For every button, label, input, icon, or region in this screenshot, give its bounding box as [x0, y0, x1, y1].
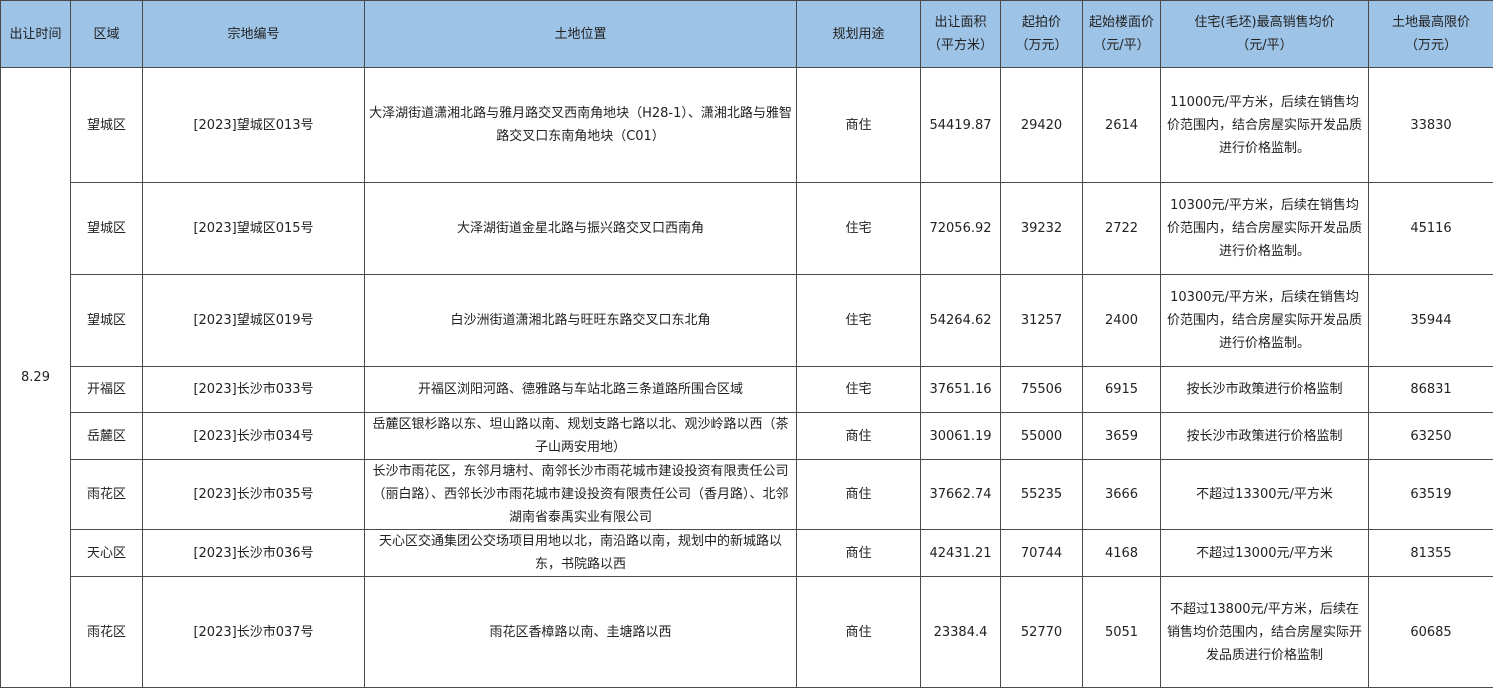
table-row: 望城区[2023]望城区015号大泽湖街道金星北路与振兴路交叉口西南角住宅720…	[1, 183, 1493, 275]
header-code: 宗地编号	[143, 1, 365, 68]
header-area: 出让面积 （平方米）	[921, 1, 1001, 68]
table-row: 望城区[2023]望城区019号白沙洲街道潇湘北路与旺旺东路交叉口东北角住宅54…	[1, 275, 1493, 367]
cell-start-price: 31257	[1001, 275, 1083, 367]
cell-region: 雨花区	[71, 577, 143, 688]
table-body: 8.29望城区[2023]望城区013号大泽湖街道潇湘北路与雅月路交叉西南角地块…	[1, 68, 1493, 688]
cell-floor-price: 2722	[1083, 183, 1161, 275]
cell-area: 42431.21	[921, 530, 1001, 577]
cell-use: 商住	[797, 460, 921, 530]
cell-region: 望城区	[71, 183, 143, 275]
cell-area: 54264.62	[921, 275, 1001, 367]
cell-location: 大泽湖街道潇湘北路与雅月路交叉西南角地块（H28-1）、潇湘北路与雅智路交叉口东…	[365, 68, 797, 183]
table-row: 8.29望城区[2023]望城区013号大泽湖街道潇湘北路与雅月路交叉西南角地块…	[1, 68, 1493, 183]
cell-max-sale: 按长沙市政策进行价格监制	[1161, 413, 1369, 460]
cell-max-land: 60685	[1369, 577, 1493, 688]
cell-floor-price: 5051	[1083, 577, 1161, 688]
cell-code: [2023]长沙市033号	[143, 367, 365, 413]
cell-max-sale: 按长沙市政策进行价格监制	[1161, 367, 1369, 413]
cell-floor-price: 2614	[1083, 68, 1161, 183]
land-auction-table: 出让时间 区域 宗地编号 土地位置 规划用途 出让面积 （平方米） 起拍价 （万…	[0, 0, 1493, 688]
cell-max-sale: 10300元/平方米，后续在销售均价范围内，结合房屋实际开发品质进行价格监制。	[1161, 183, 1369, 275]
cell-use: 商住	[797, 530, 921, 577]
cell-region: 望城区	[71, 275, 143, 367]
cell-location: 大泽湖街道金星北路与振兴路交叉口西南角	[365, 183, 797, 275]
cell-code: [2023]长沙市035号	[143, 460, 365, 530]
cell-area: 72056.92	[921, 183, 1001, 275]
cell-max-land: 63519	[1369, 460, 1493, 530]
cell-location: 雨花区香樟路以南、圭塘路以西	[365, 577, 797, 688]
cell-max-land: 45116	[1369, 183, 1493, 275]
cell-date: 8.29	[1, 68, 71, 688]
cell-code: [2023]望城区015号	[143, 183, 365, 275]
cell-code: [2023]望城区019号	[143, 275, 365, 367]
cell-max-sale: 不超过13800元/平方米，后续在销售均价范围内，结合房屋实际开发品质进行价格监…	[1161, 577, 1369, 688]
cell-region: 开福区	[71, 367, 143, 413]
cell-code: [2023]长沙市036号	[143, 530, 365, 577]
cell-area: 30061.19	[921, 413, 1001, 460]
cell-start-price: 75506	[1001, 367, 1083, 413]
header-max-land: 土地最高限价 （万元）	[1369, 1, 1493, 68]
table-row: 雨花区[2023]长沙市037号雨花区香樟路以南、圭塘路以西商住23384.45…	[1, 577, 1493, 688]
cell-start-price: 29420	[1001, 68, 1083, 183]
cell-max-land: 33830	[1369, 68, 1493, 183]
cell-location: 天心区交通集团公交场项目用地以北，南沿路以南，规划中的新城路以东，书院路以西	[365, 530, 797, 577]
cell-use: 商住	[797, 68, 921, 183]
header-row: 出让时间 区域 宗地编号 土地位置 规划用途 出让面积 （平方米） 起拍价 （万…	[1, 1, 1493, 68]
header-max-sale: 住宅(毛坯)最高销售均价 （元/平）	[1161, 1, 1369, 68]
cell-max-sale: 不超过13300元/平方米	[1161, 460, 1369, 530]
table-row: 天心区[2023]长沙市036号天心区交通集团公交场项目用地以北，南沿路以南，规…	[1, 530, 1493, 577]
cell-start-price: 52770	[1001, 577, 1083, 688]
cell-region: 望城区	[71, 68, 143, 183]
cell-code: [2023]望城区013号	[143, 68, 365, 183]
cell-use: 商住	[797, 413, 921, 460]
cell-use: 商住	[797, 577, 921, 688]
cell-region: 天心区	[71, 530, 143, 577]
header-location: 土地位置	[365, 1, 797, 68]
cell-use: 住宅	[797, 183, 921, 275]
table-row: 雨花区[2023]长沙市035号长沙市雨花区，东邻月塘村、南邻长沙市雨花城市建设…	[1, 460, 1493, 530]
table-row: 岳麓区[2023]长沙市034号岳麓区银杉路以东、坦山路以南、规划支路七路以北、…	[1, 413, 1493, 460]
cell-floor-price: 3659	[1083, 413, 1161, 460]
cell-max-land: 86831	[1369, 367, 1493, 413]
cell-start-price: 39232	[1001, 183, 1083, 275]
cell-use: 住宅	[797, 367, 921, 413]
cell-max-land: 63250	[1369, 413, 1493, 460]
cell-max-sale: 11000元/平方米，后续在销售均价范围内，结合房屋实际开发品质进行价格监制。	[1161, 68, 1369, 183]
cell-max-sale: 10300元/平方米，后续在销售均价范围内，结合房屋实际开发品质进行价格监制。	[1161, 275, 1369, 367]
cell-floor-price: 2400	[1083, 275, 1161, 367]
cell-region: 岳麓区	[71, 413, 143, 460]
header-start-price: 起拍价 （万元）	[1001, 1, 1083, 68]
cell-max-land: 35944	[1369, 275, 1493, 367]
header-use: 规划用途	[797, 1, 921, 68]
table-row: 开福区[2023]长沙市033号开福区浏阳河路、德雅路与车站北路三条道路所围合区…	[1, 367, 1493, 413]
header-date: 出让时间	[1, 1, 71, 68]
cell-start-price: 55000	[1001, 413, 1083, 460]
header-floor-price: 起始楼面价 （元/平）	[1083, 1, 1161, 68]
cell-location: 长沙市雨花区，东邻月塘村、南邻长沙市雨花城市建设投资有限责任公司（丽白路）、西邻…	[365, 460, 797, 530]
cell-location: 白沙洲街道潇湘北路与旺旺东路交叉口东北角	[365, 275, 797, 367]
cell-area: 37651.16	[921, 367, 1001, 413]
cell-location: 开福区浏阳河路、德雅路与车站北路三条道路所围合区域	[365, 367, 797, 413]
cell-area: 37662.74	[921, 460, 1001, 530]
cell-area: 23384.4	[921, 577, 1001, 688]
cell-max-sale: 不超过13000元/平方米	[1161, 530, 1369, 577]
cell-floor-price: 3666	[1083, 460, 1161, 530]
cell-use: 住宅	[797, 275, 921, 367]
cell-region: 雨花区	[71, 460, 143, 530]
cell-location: 岳麓区银杉路以东、坦山路以南、规划支路七路以北、观沙岭路以西（茶子山两安用地）	[365, 413, 797, 460]
cell-floor-price: 4168	[1083, 530, 1161, 577]
header-region: 区域	[71, 1, 143, 68]
cell-start-price: 70744	[1001, 530, 1083, 577]
cell-area: 54419.87	[921, 68, 1001, 183]
cell-max-land: 81355	[1369, 530, 1493, 577]
cell-floor-price: 6915	[1083, 367, 1161, 413]
cell-code: [2023]长沙市037号	[143, 577, 365, 688]
cell-start-price: 55235	[1001, 460, 1083, 530]
cell-code: [2023]长沙市034号	[143, 413, 365, 460]
